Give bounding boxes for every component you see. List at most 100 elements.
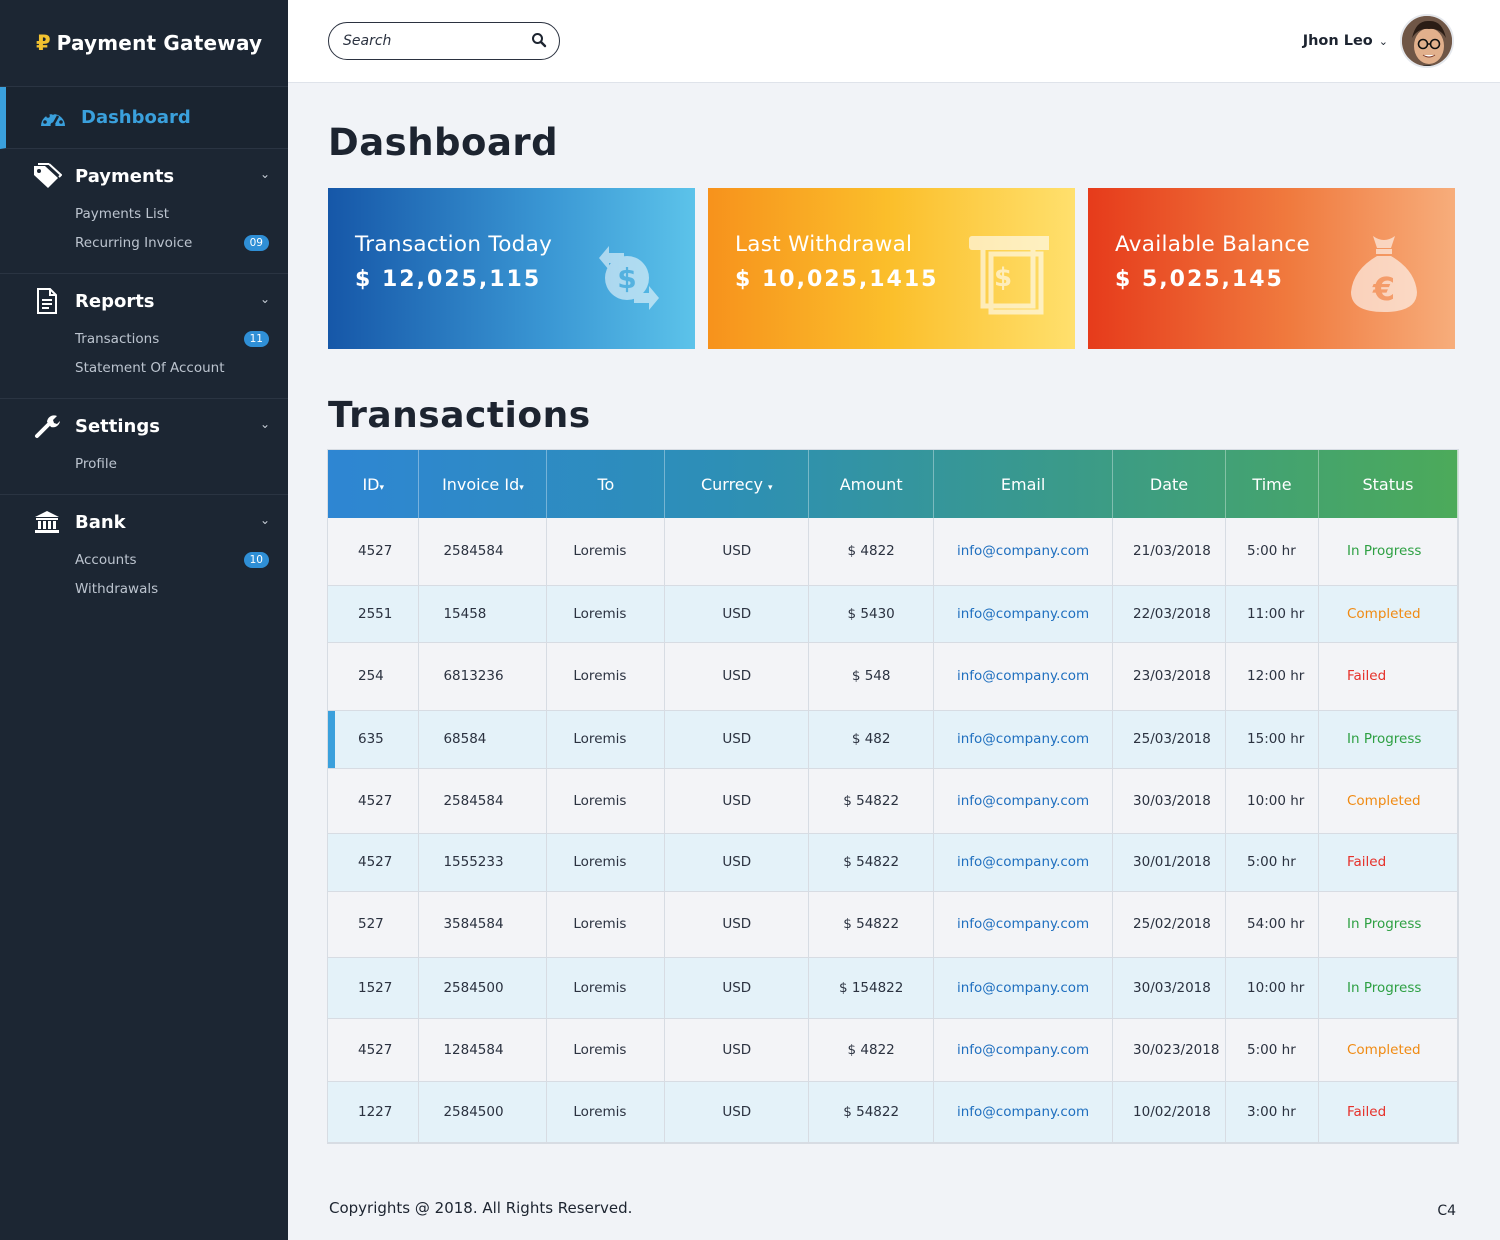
sidebar-subitem-statement-of-account[interactable]: Statement Of Account (0, 353, 288, 382)
card-available-balance[interactable]: Available Balance $ 5,025,145 € (1088, 188, 1455, 349)
avatar[interactable] (1400, 14, 1454, 68)
cell-email[interactable]: info@company.com (933, 518, 1114, 586)
sidebar-subitem-recurring-invoice[interactable]: Recurring Invoice 09 (0, 228, 288, 257)
cell-time: 5:00 hr (1225, 833, 1319, 892)
cell-to: Loremis (546, 585, 666, 643)
cell-date: 23/03/2018 (1112, 642, 1227, 711)
chevron-down-icon[interactable]: ⌄ (260, 417, 270, 431)
column-header-status[interactable]: Status (1318, 450, 1459, 518)
cell-email[interactable]: info@company.com (933, 891, 1114, 958)
cell-currency: USD (664, 1018, 810, 1082)
card-last-withdrawal[interactable]: Last Withdrawal $ 10,025,1415 $ (708, 188, 1075, 349)
cell-to: Loremis (546, 1018, 666, 1082)
chevron-down-icon[interactable]: ⌄ (260, 513, 270, 527)
cell-date: 10/02/2018 (1112, 1081, 1227, 1143)
sidebar-item-label: Payments (75, 165, 175, 187)
table-row[interactable]: 4527 1555233 Loremis USD $ 54822 info@company… (328, 833, 1459, 892)
column-header-to[interactable]: To (546, 450, 666, 518)
cell-email[interactable]: info@company.com (933, 768, 1114, 834)
cell-date: 25/02/2018 (1112, 891, 1227, 958)
cell-email[interactable]: info@company.com (933, 642, 1114, 711)
sidebar-subitem-payments-list[interactable]: Payments List (0, 199, 288, 228)
chevron-down-icon[interactable]: ⌄ (260, 292, 270, 306)
table-row[interactable]: 4527 2584584 Loremis USD $ 4822 info@company.… (328, 518, 1459, 586)
cell-email[interactable]: info@company.com (933, 1081, 1114, 1143)
transactions-table: ID▾ Invoice Id▾ To Currecy ▾ Amount Emai… (328, 450, 1459, 1143)
footer-corner-label: C4 (1437, 1203, 1456, 1219)
cell-id: 527 (328, 891, 420, 958)
cell-to: Loremis (546, 768, 666, 834)
table-row[interactable]: 4527 2584584 Loremis USD $ 54822 info@company… (328, 768, 1459, 834)
cell-status: Completed (1318, 1018, 1459, 1082)
column-header-date[interactable]: Date (1112, 450, 1227, 518)
cell-amount: $ 54822 (808, 1081, 935, 1143)
sidebar-group-bank: Bank ⌄ Accounts 10 Withdrawals (0, 495, 288, 619)
user-menu[interactable]: Jhon Leo ⌄ (1303, 14, 1454, 68)
sidebar-item-payments[interactable]: Payments ⌄ (0, 163, 288, 189)
cell-amount: $ 482 (808, 710, 935, 769)
search-icon[interactable] (531, 32, 549, 50)
cell-status: Failed (1318, 833, 1459, 892)
sidebar-group-payments: Payments ⌄ Payments List Recurring Invoi… (0, 149, 288, 274)
cell-email[interactable]: info@company.com (933, 1018, 1114, 1082)
cell-to: Loremis (546, 1081, 666, 1143)
cell-currency: USD (664, 710, 810, 769)
cell-id: 4527 (328, 518, 420, 586)
table-row[interactable]: 254 6813236 Loremis USD $ 548 info@company.co… (328, 642, 1459, 711)
cell-date: 22/03/2018 (1112, 585, 1227, 643)
dollar-exchange-icon: $ (579, 230, 669, 320)
sidebar-item-bank[interactable]: Bank ⌄ (0, 509, 288, 535)
cell-invoice-id: 68584 (418, 710, 548, 769)
sidebar-subitem-accounts[interactable]: Accounts 10 (0, 545, 288, 574)
sidebar-item-label: Settings (75, 415, 160, 437)
sidebar-subitem-profile[interactable]: Profile (0, 449, 288, 478)
column-header-id[interactable]: ID▾ (328, 450, 420, 518)
sidebar-group-settings: Settings ⌄ Profile (0, 399, 288, 495)
column-header-label: Status (1362, 474, 1414, 494)
cell-currency: USD (664, 768, 810, 834)
cell-id: 1227 (328, 1081, 420, 1143)
table-row[interactable]: 2551 15458 Loremis USD $ 5430 info@company.co… (328, 585, 1459, 643)
column-header-invoice-id[interactable]: Invoice Id▾ (418, 450, 548, 518)
column-header-time[interactable]: Time (1225, 450, 1319, 518)
sidebar-item-reports[interactable]: Reports ⌄ (0, 288, 288, 314)
cell-email[interactable]: info@company.com (933, 585, 1114, 643)
brand[interactable]: ₽ Payment Gateway (0, 0, 288, 87)
card-transaction-today[interactable]: Transaction Today $ 12,025,115 $ (328, 188, 695, 349)
column-header-amount[interactable]: Amount (808, 450, 935, 518)
search-input[interactable] (343, 33, 523, 49)
cell-currency: USD (664, 957, 810, 1019)
cell-to: Loremis (546, 891, 666, 958)
table-row[interactable]: 635 68584 Loremis USD $ 482 info@company.com 2… (328, 710, 1459, 769)
main-content: Dashboard Transaction Today $ 12,025,115… (328, 83, 1459, 1143)
sidebar-subitem-transactions[interactable]: Transactions 11 (0, 324, 288, 353)
cell-email[interactable]: info@company.com (933, 710, 1114, 769)
chevron-down-icon[interactable]: ⌄ (260, 167, 270, 181)
cell-to: Loremis (546, 642, 666, 711)
cell-time: 5:00 hr (1225, 518, 1319, 586)
table-row[interactable]: 527 3584584 Loremis USD $ 54822 info@company.… (328, 891, 1459, 958)
cell-id: 1527 (328, 957, 420, 1019)
table-row[interactable]: 1527 2584500 Loremis USD $ 154822 info@compan… (328, 957, 1459, 1019)
svg-text:$: $ (994, 263, 1012, 293)
chevron-down-icon[interactable]: ⌄ (1379, 35, 1388, 48)
sidebar-item-dashboard[interactable]: Dashboard (0, 87, 288, 149)
cell-email[interactable]: info@company.com (933, 833, 1114, 892)
cell-email[interactable]: info@company.com (933, 957, 1114, 1019)
sidebar-item-settings[interactable]: Settings ⌄ (0, 413, 288, 439)
cell-id: 4527 (328, 768, 420, 834)
summary-cards: Transaction Today $ 12,025,115 $ Last Wi… (328, 188, 1458, 349)
count-badge: 11 (243, 330, 269, 347)
cell-id: 254 (328, 642, 420, 711)
sidebar-item-label: Reports (75, 290, 155, 312)
column-header-label: Amount (839, 474, 903, 494)
column-header-email[interactable]: Email (933, 450, 1114, 518)
column-header-currency[interactable]: Currecy ▾ (664, 450, 810, 518)
table-row[interactable]: 4527 1284584 Loremis USD $ 4822 info@company.… (328, 1018, 1459, 1082)
cell-amount: $ 5430 (808, 585, 935, 643)
cell-amount: $ 548 (808, 642, 935, 711)
cell-id: 635 (328, 710, 420, 769)
sidebar-item-label: Dashboard (81, 107, 191, 128)
sidebar-subitem-withdrawals[interactable]: Withdrawals (0, 574, 288, 603)
table-row[interactable]: 1227 2584500 Loremis USD $ 54822 info@company… (328, 1081, 1459, 1143)
